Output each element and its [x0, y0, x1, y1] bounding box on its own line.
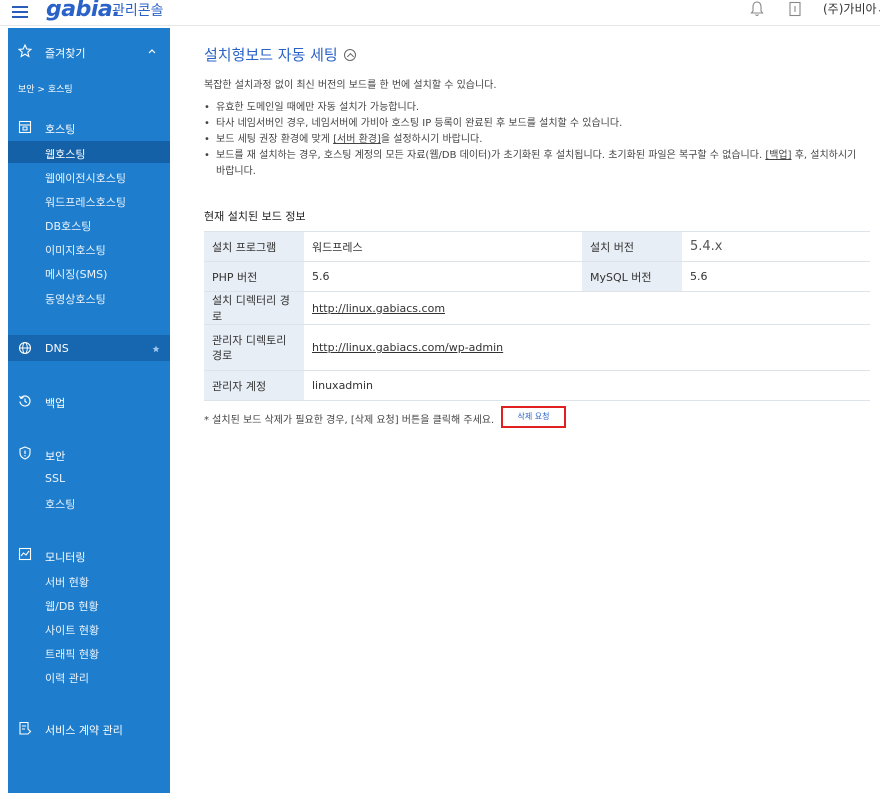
delete-footnote: * 설치된 보드 삭제가 필요한 경우, [삭제 요청] 버튼을 클릭해 주세요…	[204, 415, 495, 426]
table-row: 설치 프로그램 워드프레스 설치 버전 5.4.x	[204, 231, 870, 262]
sidebar-item-dns[interactable]: DNS	[45, 342, 69, 355]
note-item: 보드 세팅 권장 환경에 맞게 [서버 환경]을 설정하시기 바랍니다.	[204, 132, 864, 148]
version-value: 5.4.x	[682, 231, 870, 262]
collapse-toggle-icon[interactable]	[343, 48, 356, 61]
sidebar-favorites[interactable]: 즐겨찾기	[45, 45, 85, 61]
sidebar-item-security-hosting[interactable]: 호스팅	[45, 496, 75, 512]
note-item: 보드를 재 설치하는 경우, 호스팅 계정의 모든 자료(웹/DB 데이터)가 …	[204, 148, 864, 180]
php-label: PHP 버전	[204, 261, 304, 292]
notice-icon[interactable]	[788, 1, 802, 17]
delete-request-button[interactable]: 삭제 요청	[501, 406, 566, 428]
intro-text: 복잡한 설치과정 없이 최신 버전의 보드를 한 번에 설치할 수 있습니다.	[204, 80, 497, 91]
mysql-value: 5.6	[682, 261, 870, 292]
admin-account-label: 관리자 계정	[204, 370, 304, 401]
mysql-label: MySQL 버전	[582, 261, 682, 292]
page-title-text: 설치형보드 자동 세팅	[204, 46, 338, 64]
page-title: 설치형보드 자동 세팅	[204, 44, 356, 65]
hamburger-menu-icon[interactable]	[12, 3, 32, 19]
monitor-chart-icon	[18, 547, 32, 561]
sidebar-item-contract[interactable]: 서비스 계약 관리	[45, 722, 123, 738]
section-title: 현재 설치된 보드 정보	[204, 210, 306, 223]
top-header: gabia. 관리콘솔 (주)가비아⌄	[0, 0, 880, 26]
console-title: 관리콘솔	[112, 3, 164, 19]
admin-dir-link[interactable]: http://linux.gabiacs.com/wp-admin	[312, 341, 503, 354]
program-label: 설치 프로그램	[204, 231, 304, 262]
gabia-logo[interactable]: gabia.	[46, 0, 121, 22]
program-value: 워드프레스	[304, 231, 582, 262]
sidebar-item-image-hosting[interactable]: 이미지호스팅	[45, 242, 106, 258]
sidebar-item-monitoring[interactable]: 모니터링	[45, 549, 85, 565]
sidebar-item-ssl[interactable]: SSL	[45, 472, 65, 485]
star-outline-icon	[18, 44, 32, 58]
star-filled-icon[interactable]	[152, 345, 160, 353]
sidebar-item-security[interactable]: 보안	[45, 448, 65, 464]
bell-icon[interactable]	[750, 1, 764, 17]
sidebar-item-web-hosting[interactable]: 웹호스팅	[45, 146, 85, 162]
note-item: 타사 네임서버인 경우, 네임서버에 가비아 호스팅 IP 등록이 완료된 후 …	[204, 116, 864, 132]
admin-dir-label: 관리자 디렉토리 경로	[204, 324, 304, 371]
table-row: 관리자 디렉토리 경로 http://linux.gabiacs.com/wp-…	[204, 324, 870, 371]
sidebar-item-messaging[interactable]: 메시징(SMS)	[45, 266, 107, 282]
sidebar-dns-band	[8, 335, 170, 361]
sidebar-item-server-status[interactable]: 서버 현황	[45, 574, 89, 590]
server-env-link[interactable]: [서버 환경]	[333, 134, 381, 145]
install-dir-label: 설치 디렉터리 경로	[204, 291, 304, 325]
sidebar-item-video-hosting[interactable]: 동영상호스팅	[45, 291, 106, 307]
sidebar-item-backup[interactable]: 백업	[45, 395, 65, 411]
globe-icon	[18, 341, 32, 355]
sidebar-item-history[interactable]: 이력 관리	[45, 670, 89, 686]
install-dir-link[interactable]: http://linux.gabiacs.com	[312, 302, 445, 315]
notes-list: 유효한 도메인일 때에만 자동 설치가 가능합니다. 타사 네임서버인 경우, …	[204, 100, 864, 180]
admin-dir-cell: http://linux.gabiacs.com/wp-admin	[304, 324, 870, 371]
sidebar-item-wordpress-hosting[interactable]: 워드프레스호스팅	[45, 194, 126, 210]
hosting-icon	[18, 120, 32, 134]
note-text: 보드를 재 설치하는 경우, 호스팅 계정의 모든 자료(웹/DB 데이터)가 …	[216, 150, 766, 161]
note-item: 유효한 도메인일 때에만 자동 설치가 가능합니다.	[204, 100, 864, 116]
contract-icon	[19, 721, 32, 735]
sidebar-item-traffic-status[interactable]: 트래픽 현황	[45, 646, 99, 662]
sidebar-item-db-hosting[interactable]: DB호스팅	[45, 218, 91, 234]
backup-link[interactable]: [백업]	[765, 150, 791, 161]
sidebar-item-hosting[interactable]: 호스팅	[45, 121, 75, 137]
board-info-table: 설치 프로그램 워드프레스 설치 버전 5.4.x PHP 버전 5.6 MyS…	[204, 231, 870, 401]
sidebar-item-site-status[interactable]: 사이트 현황	[45, 622, 99, 638]
shield-icon	[19, 446, 31, 460]
company-account-menu[interactable]: (주)가비아⌄	[823, 0, 880, 17]
admin-account-value: linuxadmin	[304, 370, 870, 401]
chevron-up-icon[interactable]	[148, 48, 156, 54]
table-row: 설치 디렉터리 경로 http://linux.gabiacs.com	[204, 291, 870, 325]
note-text: 보드 세팅 권장 환경에 맞게	[216, 134, 334, 145]
note-text: 을 설정하시기 바랍니다.	[380, 134, 483, 145]
table-row: PHP 버전 5.6 MySQL 버전 5.6	[204, 261, 870, 292]
sidebar-item-agency-hosting[interactable]: 웹에이전시호스팅	[45, 170, 126, 186]
backup-history-icon	[19, 395, 31, 407]
php-value: 5.6	[304, 261, 582, 292]
install-dir-cell: http://linux.gabiacs.com	[304, 291, 870, 325]
sidebar: 즐겨찾기 보안 > 호스팅 호스팅 웹호스팅 웹에이전시호스팅 워드프레스호스팅…	[8, 28, 170, 793]
version-label: 설치 버전	[582, 231, 682, 262]
company-name: (주)가비아	[823, 2, 877, 16]
sidebar-breadcrumb[interactable]: 보안 > 호스팅	[18, 82, 73, 95]
sidebar-active-highlight	[8, 141, 170, 163]
chevron-down-icon: ⌄	[877, 2, 880, 16]
sidebar-item-web-db-status[interactable]: 웹/DB 현황	[45, 598, 99, 614]
table-row: 관리자 계정 linuxadmin	[204, 370, 870, 401]
